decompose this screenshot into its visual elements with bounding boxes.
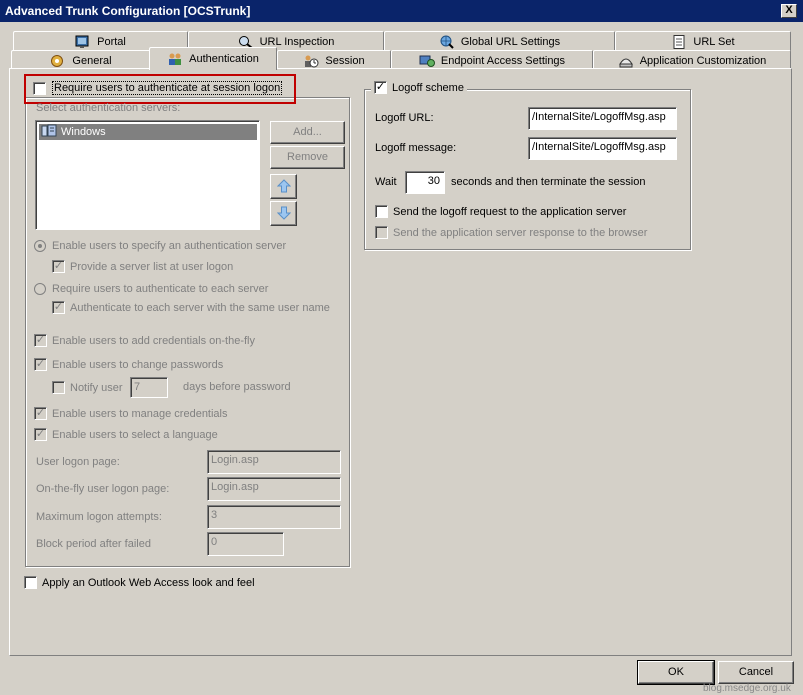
app-customization-icon — [618, 54, 634, 68]
tab-application-customization[interactable]: Application Customization — [593, 50, 791, 70]
tab-portal-label: Portal — [97, 35, 126, 48]
require-auth-checkbox[interactable] — [33, 81, 46, 95]
tab-url-set[interactable]: URL Set — [615, 31, 791, 51]
servers-listbox[interactable]: Windows — [35, 120, 260, 230]
server-name: Windows — [61, 126, 106, 138]
portal-icon — [75, 35, 91, 49]
close-button[interactable]: X — [781, 4, 797, 18]
tab-endpoint-access-settings-label: Endpoint Access Settings — [440, 54, 566, 67]
window-title: Advanced Trunk Configuration [OCSTrunk] — [5, 4, 251, 18]
users-icon — [167, 52, 183, 66]
watermark: blog.msedge.org.uk — [703, 683, 791, 694]
require-auth-checkbox-row[interactable]: Require users to authenticate at session… — [30, 81, 286, 95]
tab-session-label: Session — [325, 54, 365, 67]
tab-application-customization-label: Application Customization — [639, 54, 767, 67]
list-item[interactable]: Windows — [39, 124, 257, 140]
session-icon — [303, 54, 319, 68]
tab-url-inspection-label: URL Inspection — [259, 35, 335, 48]
tab-global-url-settings-label: Global URL Settings — [460, 35, 561, 48]
general-icon — [50, 54, 66, 68]
globe-search-icon — [439, 35, 455, 49]
tab-authentication[interactable]: Authentication — [149, 47, 277, 70]
endpoint-icon — [419, 54, 435, 68]
require-auth-label: Require users to authenticate at session… — [52, 81, 283, 95]
document-icon — [671, 34, 687, 49]
cancel-button[interactable]: Cancel — [718, 661, 794, 684]
windows-server-icon — [41, 124, 57, 140]
tab-authentication-label: Authentication — [189, 53, 259, 65]
tab-session[interactable]: Session — [277, 50, 391, 70]
tab-general[interactable]: General — [11, 50, 151, 70]
window-titlebar: Advanced Trunk Configuration [OCSTrunk] — [0, 0, 803, 22]
tab-url-set-label: URL Set — [693, 35, 735, 48]
tab-global-url-settings[interactable]: Global URL Settings — [384, 31, 615, 51]
close-icon: X — [785, 4, 793, 16]
tab-endpoint-access-settings[interactable]: Endpoint Access Settings — [391, 50, 593, 70]
ok-button[interactable]: OK — [637, 660, 715, 685]
tab-general-label: General — [72, 54, 112, 67]
